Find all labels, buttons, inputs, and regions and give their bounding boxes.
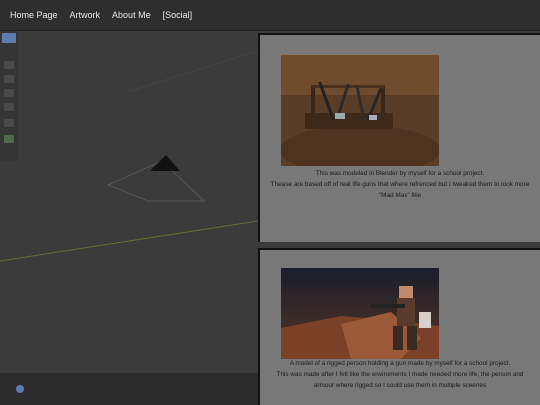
caption-line: Thease are based off of real life guns t… [270,181,530,188]
artwork-caption: This was modeled in Blender by myself fo… [260,168,540,201]
nav-about-link[interactable]: About Me [112,10,151,20]
artwork-card: A model of a rigged person holding a gun… [258,248,540,405]
timeline-playhead[interactable] [16,385,24,393]
nav-social-link[interactable]: [Social] [163,10,193,20]
gun-rack-render-image[interactable] [281,55,439,166]
grid-axis-line [0,220,259,262]
nav-home-link[interactable]: Home Page [10,10,58,20]
grid-line [129,50,259,92]
nav-artwork-link[interactable]: Artwork [70,10,101,20]
caption-line: armour where rigged so I could use them … [313,382,487,389]
caption-line: This was made after I felt like the envi… [276,371,524,378]
caption-line: "Mad Max" like [378,192,422,199]
top-nav: Home Page Artwork About Me [Social] [0,0,540,31]
caption-line: A model of a rigged person holding a gun… [289,360,511,367]
artwork-caption: A model of a rigged person holding a gun… [260,358,540,391]
rigged-person-render-image[interactable] [281,268,439,359]
artwork-card: This was modeled in Blender by myself fo… [258,33,540,242]
camera-direction-icon [150,155,180,171]
caption-line: This was modeled in Blender by myself fo… [315,170,485,177]
